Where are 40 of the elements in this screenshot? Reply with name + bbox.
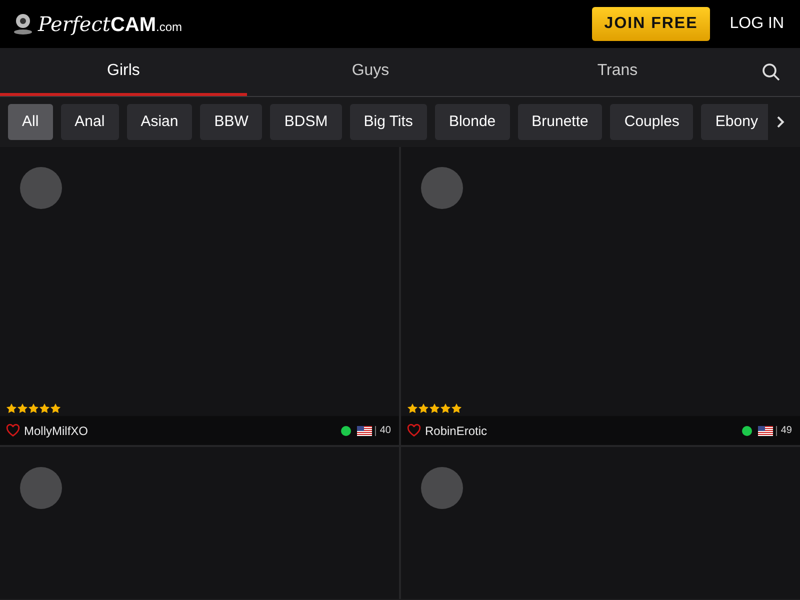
filter-chip[interactable]: Ebony — [701, 104, 768, 140]
filter-chip[interactable]: Anal — [60, 104, 119, 140]
star-icon — [418, 403, 429, 414]
star-icon — [17, 403, 28, 414]
star-icon — [407, 403, 418, 414]
avatar-circle — [20, 167, 62, 209]
filter-chip[interactable]: All — [8, 104, 53, 140]
star-icon — [28, 403, 39, 414]
performer-name[interactable]: MollyMilfXO — [24, 422, 341, 440]
flag-icon — [758, 426, 773, 436]
star-icon — [50, 403, 61, 414]
performer-name[interactable]: RobinErotic — [425, 422, 742, 440]
filter-chip[interactable]: Couples — [610, 104, 694, 140]
login-link[interactable]: LOG IN — [726, 8, 788, 40]
logo[interactable]: PerfectCAM.com — [38, 8, 182, 40]
filter-chip[interactable]: Brunette — [518, 104, 602, 140]
avatar-circle — [421, 167, 463, 209]
viewer-count: 49 — [776, 426, 792, 436]
filter-chip[interactable]: BDSM — [270, 104, 342, 140]
search-icon[interactable] — [762, 63, 780, 81]
heart-icon[interactable] — [6, 424, 20, 437]
star-icon — [6, 403, 17, 414]
heart-icon[interactable] — [407, 424, 421, 437]
viewer-count: 40 — [374, 426, 391, 436]
star-icon — [451, 403, 462, 414]
star-icon — [39, 403, 50, 414]
flag-icon — [356, 426, 372, 436]
chevron-right-icon[interactable] — [776, 115, 786, 129]
star-icon — [429, 403, 440, 414]
filter-chip[interactable]: BBW — [200, 104, 262, 140]
filter-chip[interactable]: Big Tits — [350, 104, 427, 140]
join-button[interactable]: JOIN FREE — [592, 7, 710, 41]
webcam-icon — [12, 13, 34, 35]
filter-chip[interactable]: Asian — [126, 104, 192, 140]
avatar-circle — [421, 467, 463, 509]
avatar-circle — [20, 467, 62, 509]
filter-chip[interactable]: Blonde — [434, 104, 510, 140]
category-tab[interactable]: Guys — [247, 48, 494, 96]
star-icon — [440, 403, 451, 414]
category-tab[interactable]: Trans — [494, 48, 741, 96]
